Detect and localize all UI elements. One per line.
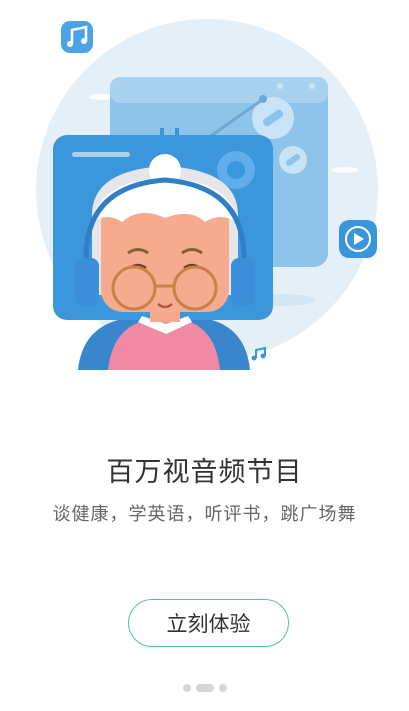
page-dot-2-active[interactable]: [195, 684, 214, 692]
music-note-icon: [61, 21, 93, 53]
play-icon: [339, 220, 377, 258]
start-now-button[interactable]: 立刻体验: [128, 599, 289, 647]
page-dot-3[interactable]: [218, 684, 227, 692]
page-dot-1[interactable]: [182, 684, 191, 692]
hero-illustration: [36, 19, 378, 370]
page-indicator: [0, 684, 409, 692]
page-subtitle: 谈健康，学英语，听评书，跳广场舞: [52, 504, 357, 525]
page-title: 百万视音频节目: [106, 457, 303, 488]
